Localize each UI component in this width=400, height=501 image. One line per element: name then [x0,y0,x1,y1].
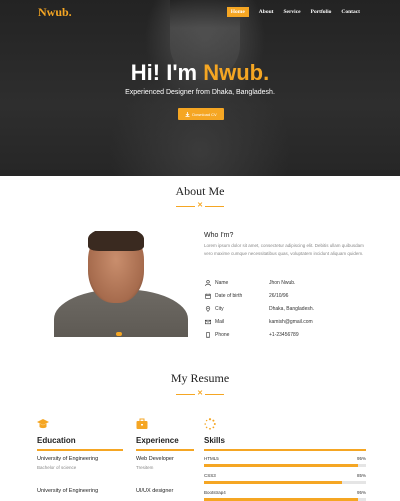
skill-name: HTML5 [204,456,219,461]
hero-title-accent: Nwub. [203,60,270,85]
info-value: Dhaka, Bangladesh. [269,305,315,312]
briefcase-icon [136,418,148,429]
graduation-cap-icon [37,419,49,429]
skill-bar: Bootstrap4 95% [204,490,366,501]
info-row-city: City Dhaka, Bangladesh. [204,302,364,315]
skill-bar: CSS3 85% [204,473,366,484]
info-row-phone: Phone +1-23456789 [204,328,364,341]
skill-track [204,498,366,501]
nav-item-contact[interactable]: Contact [341,9,360,17]
calendar-icon [204,292,212,300]
user-icon [204,279,212,287]
site-logo[interactable]: Nwub. [38,5,72,20]
profile-photo [50,231,192,337]
phone-icon [204,331,212,339]
skill-name: CSS3 [204,473,216,478]
education-title: Education [37,436,76,445]
experience-item-sub: Tresitem [136,465,154,470]
personal-info-list: Name Jhon Nwub. Date of birth 26/10/96 C… [204,276,364,341]
nav-item-about[interactable]: About [259,9,274,17]
resume-section-title: My Resume [170,371,230,385]
info-value: 26/10/96 [269,292,289,299]
education-item-sub: Bachelor of science [37,465,77,470]
skills-underline [204,449,366,451]
hero-title-prefix: Hi! I'm [130,60,204,85]
info-label: Phone [215,331,230,338]
info-label: City [215,305,224,312]
education-item-title: University of Engineering [37,456,99,462]
nav-item-home[interactable]: Home [226,7,249,17]
info-row-name: Name Jhon Nwub. [204,276,364,289]
skill-percent: 95% [356,490,366,495]
download-icon [185,111,190,117]
skill-track [204,464,366,467]
about-text: Lorem ipsum dolor sit amet, consectetur … [204,243,364,256]
info-row-mail: Mail kamish@gmail.com [204,315,364,328]
skill-bar: HTML5 95% [204,456,366,467]
info-value[interactable]: kamish@gmail.com [269,319,364,325]
download-cv-button[interactable]: Download CV [178,108,224,120]
education-underline [37,449,123,451]
info-label: Mail [215,318,225,325]
hero-subtitle: Experienced Designer from Dhaka, Banglad… [125,89,275,96]
info-row-dob: Date of birth 26/10/96 [204,289,364,302]
about-divider: ✕ [176,202,224,210]
skills-title: Skills [204,436,225,445]
experience-underline [136,449,194,451]
skill-fill [204,481,342,484]
location-icon [204,305,212,313]
info-value: Jhon Nwub. [269,279,296,286]
skill-percent: 85% [356,473,366,478]
cross-icon: ✕ [197,202,203,209]
mail-icon [204,318,212,326]
skill-name: Bootstrap4 [204,490,226,495]
download-cv-label: Download CV [192,111,217,117]
experience-item-title: Web Developer [136,456,174,462]
skill-track [204,481,366,484]
info-label: Date of birth [215,292,243,299]
hero-title: Hi! I'm Nwub. [0,60,400,86]
cross-icon: ✕ [197,390,203,397]
skill-fill [204,464,358,467]
nav-item-portfolio[interactable]: Portfolio [311,9,332,17]
about-section-title: About Me [175,184,225,198]
resume-divider: ✕ [176,390,224,398]
skill-fill [204,498,358,501]
info-label: Name [215,279,229,286]
about-heading: Who I'm? [204,232,234,239]
nav-item-service[interactable]: Service [283,9,300,17]
spinner-icon [204,418,216,430]
education-item-title: University of Engineering [37,488,99,494]
hero-section: Nwub. Home About Service Portfolio Conta… [0,0,400,176]
experience-item-title: UI/UX designer [136,488,174,494]
main-nav: Home About Service Portfolio Contact [226,7,360,17]
experience-title: Experience [136,436,179,445]
info-value[interactable]: +1-23456789 [269,332,364,338]
skill-percent: 95% [356,456,366,461]
